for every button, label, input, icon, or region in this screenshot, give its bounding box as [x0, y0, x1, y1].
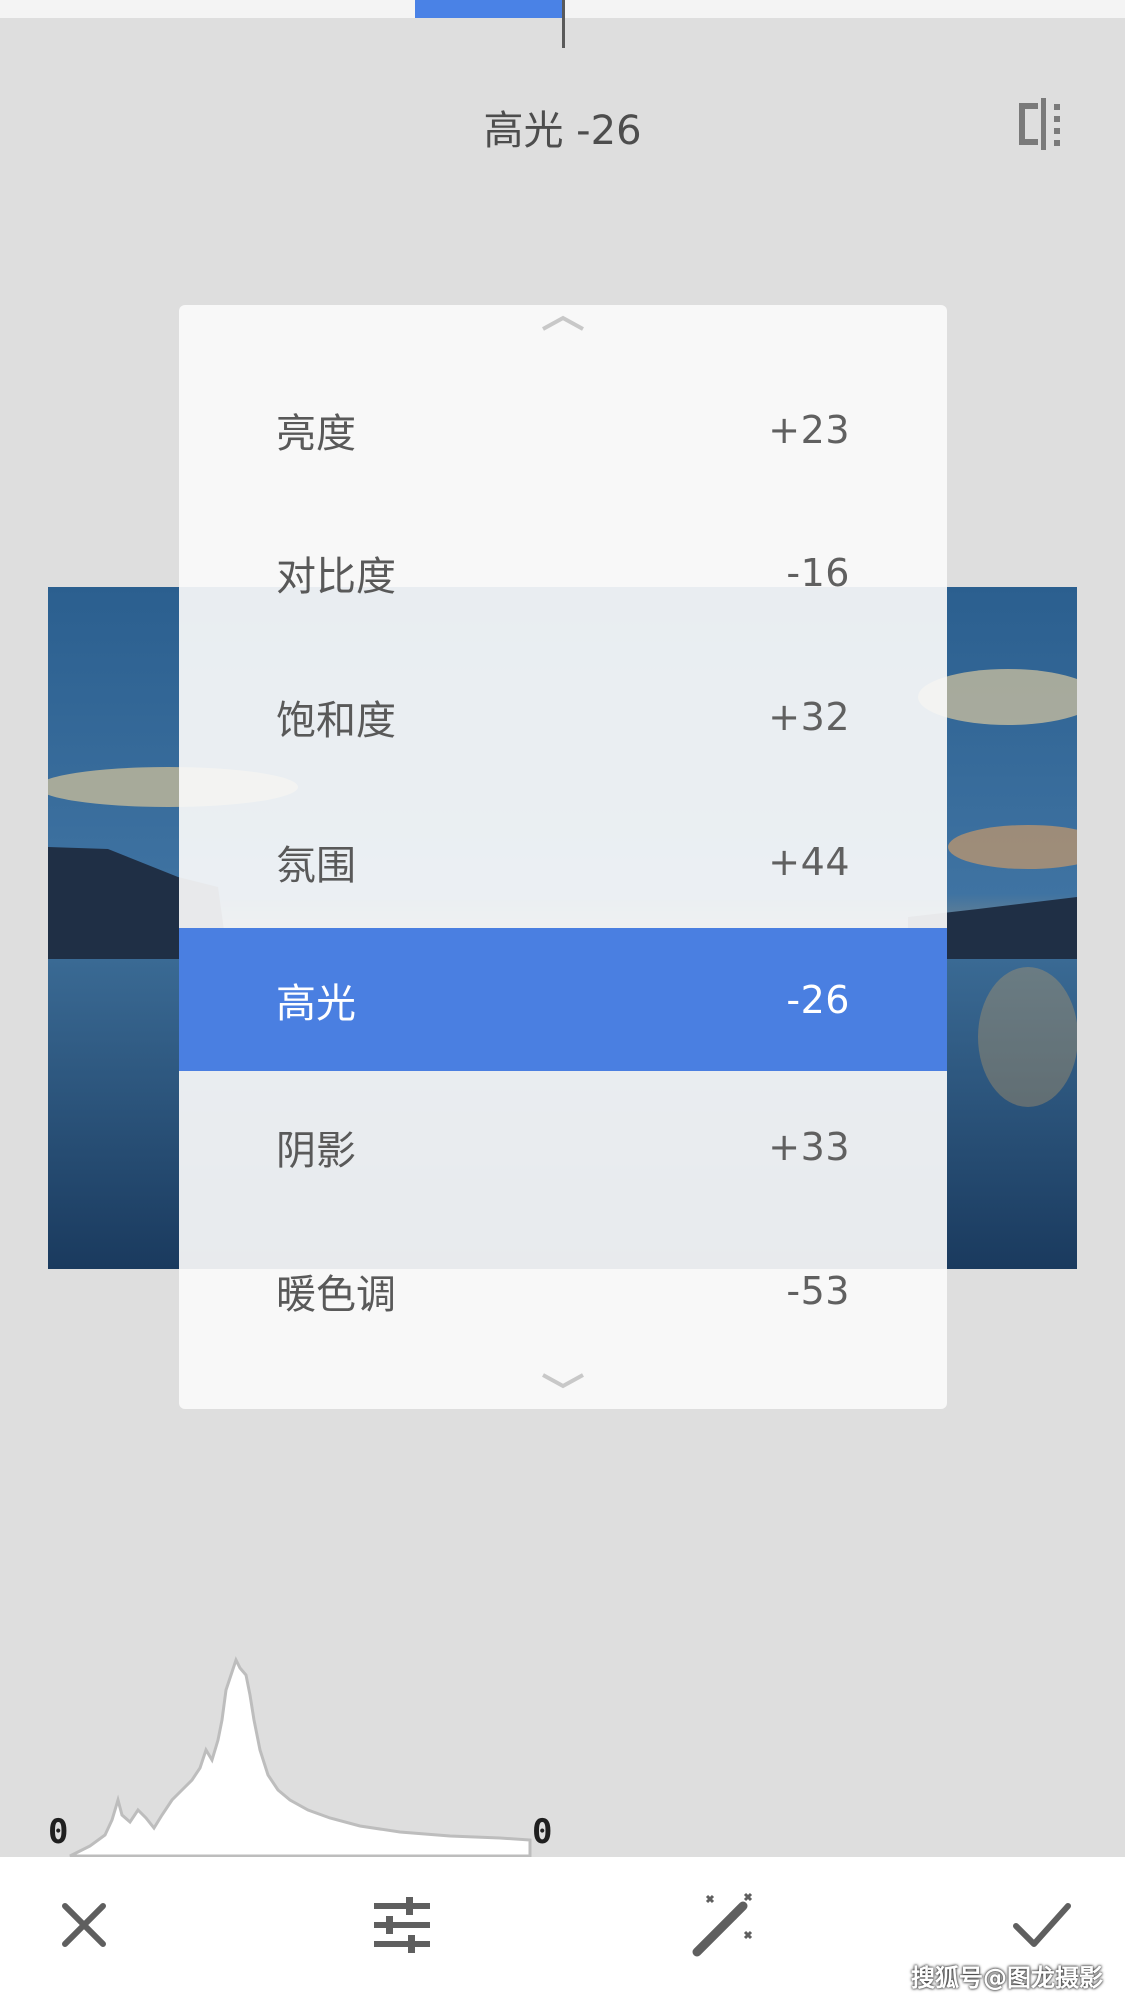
histogram	[50, 1650, 550, 1860]
menu-item-value: +33	[768, 1124, 850, 1169]
close-icon[interactable]	[44, 1885, 124, 1965]
menu-item-value: -16	[786, 550, 850, 595]
menu-item-value: +44	[768, 839, 850, 884]
adjustment-menu[interactable]: 亮度 +23 对比度 -16 饱和度 +32 氛围 +44 高光 -26 阴影 …	[179, 305, 947, 1409]
menu-item-label: 饱和度	[276, 697, 396, 744]
menu-item-label: 高光	[276, 980, 356, 1027]
menu-item-value: +23	[768, 407, 850, 452]
menu-item-shadows[interactable]: 阴影 +33	[179, 1075, 947, 1218]
menu-item-saturation[interactable]: 饱和度 +32	[179, 645, 947, 788]
menu-item-label: 亮度	[276, 410, 356, 457]
check-icon[interactable]	[1002, 1885, 1082, 1965]
chevron-down-icon[interactable]	[179, 1371, 947, 1401]
sliders-icon[interactable]	[362, 1885, 442, 1965]
menu-item-label: 暖色调	[276, 1271, 396, 1318]
page-title: 高光 -26	[483, 108, 642, 154]
histogram-min-label: 0	[48, 1812, 69, 1852]
menu-item-label: 对比度	[276, 553, 396, 600]
menu-item-contrast[interactable]: 对比度 -16	[179, 501, 947, 644]
chevron-up-icon[interactable]	[179, 313, 947, 343]
menu-item-label: 氛围	[276, 842, 356, 889]
menu-item-warmth[interactable]: 暖色调 -53	[179, 1219, 947, 1362]
watermark: 搜狐号@图龙摄影	[911, 1964, 1103, 1992]
magic-wand-icon[interactable]	[682, 1885, 762, 1965]
menu-item-label: 阴影	[276, 1127, 356, 1174]
menu-item-brightness[interactable]: 亮度 +23	[179, 358, 947, 501]
menu-item-highlights[interactable]: 高光 -26	[179, 928, 947, 1071]
menu-item-value: -53	[786, 1268, 850, 1313]
menu-item-value: +32	[768, 694, 850, 739]
adjust-slider-fill	[415, 0, 563, 18]
menu-item-value: -26	[786, 977, 850, 1022]
adjust-slider-center-tick	[562, 0, 565, 48]
menu-item-ambiance[interactable]: 氛围 +44	[179, 790, 947, 933]
split-compare-icon[interactable]	[1012, 96, 1072, 152]
histogram-max-label: 0	[532, 1812, 553, 1852]
